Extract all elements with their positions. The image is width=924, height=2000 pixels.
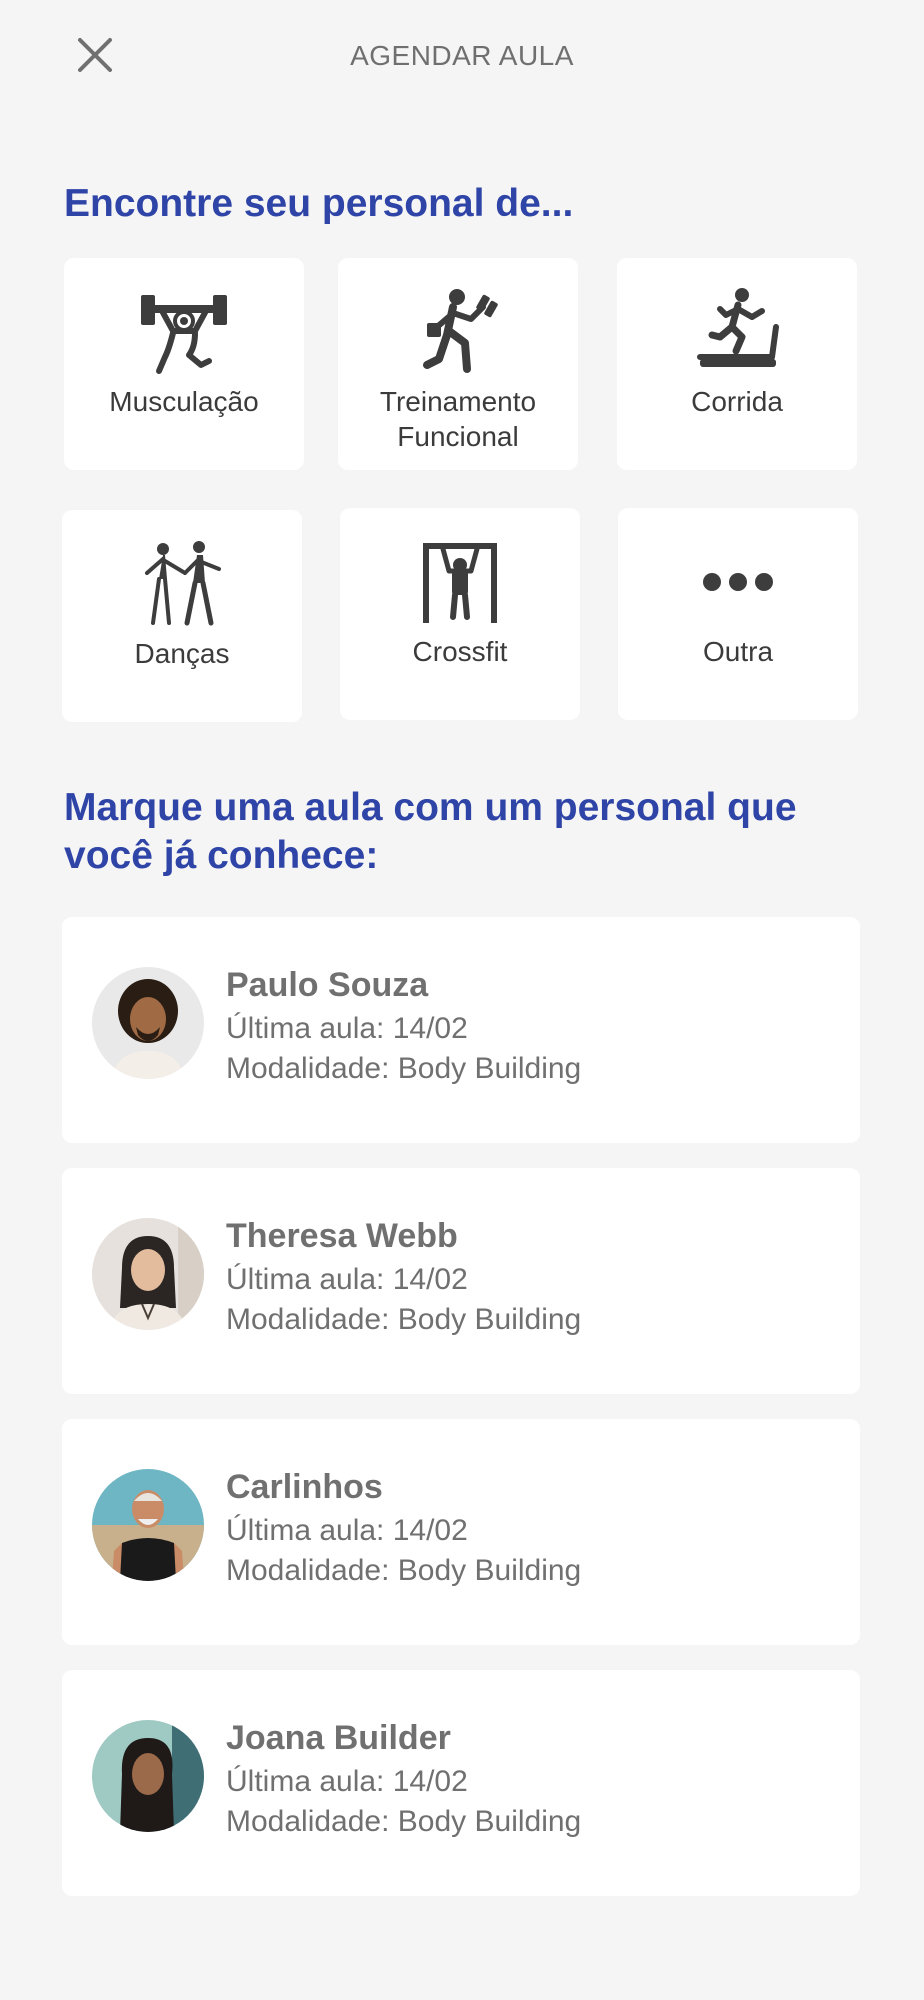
avatar (92, 1720, 204, 1832)
schedule-class-screen: AGENDAR AULA Encontre seu personal de...… (0, 0, 924, 2000)
trainer-modality: Modalidade: Body Building (226, 1303, 582, 1336)
avatar (92, 1469, 204, 1581)
pull-up-bar-icon (405, 532, 515, 632)
category-card-treinamento-funcional[interactable]: Treinamento Funcional (338, 258, 578, 470)
category-card-musculacao[interactable]: Musculação (64, 258, 304, 470)
weightlifting-icon (129, 282, 239, 382)
category-card-crossfit[interactable]: Crossfit (340, 508, 580, 720)
categories-section-title: Encontre seu personal de... (64, 182, 574, 225)
trainer-last-class: Última aula: 14/02 (226, 1012, 468, 1045)
trainer-name: Joana Builder (226, 1719, 451, 1757)
category-card-outra[interactable]: Outra (618, 508, 858, 720)
trainer-last-class: Última aula: 14/02 (226, 1514, 468, 1547)
category-label: Treinamento Funcional (379, 386, 537, 452)
category-card-corrida[interactable]: Corrida (617, 258, 857, 470)
trainer-last-class: Última aula: 14/02 (226, 1765, 468, 1798)
treadmill-icon (682, 282, 792, 382)
avatar (92, 1218, 204, 1330)
category-label: Musculação (109, 386, 259, 417)
dancing-couple-icon (127, 534, 237, 634)
trainer-name: Theresa Webb (226, 1217, 458, 1255)
trainers-section-title: Marque uma aula com um personal que você… (64, 786, 797, 877)
page-title: AGENDAR AULA (350, 40, 574, 71)
trainer-name: Carlinhos (226, 1468, 383, 1506)
category-label: Danças (134, 638, 230, 669)
trainer-card[interactable]: Paulo Souza Última aula: 14/02 Modalidad… (62, 917, 860, 1143)
trainer-modality: Modalidade: Body Building (226, 1554, 582, 1587)
category-card-dancas[interactable]: Danças (62, 510, 302, 722)
trainer-card[interactable]: Joana Builder Última aula: 14/02 Modalid… (62, 1670, 860, 1896)
functional-training-icon (403, 282, 513, 382)
trainer-modality: Modalidade: Body Building (226, 1052, 582, 1085)
trainer-card[interactable]: Carlinhos Última aula: 14/02 Modalidade:… (62, 1419, 860, 1645)
more-dots-icon (683, 532, 793, 632)
category-label: Crossfit (412, 636, 508, 667)
trainer-name: Paulo Souza (226, 966, 429, 1004)
category-label: Corrida (691, 386, 783, 417)
avatar (92, 967, 204, 1079)
category-label: Outra (702, 636, 774, 667)
trainer-modality: Modalidade: Body Building (226, 1805, 582, 1838)
trainer-last-class: Última aula: 14/02 (226, 1263, 468, 1296)
trainer-card[interactable]: Theresa Webb Última aula: 14/02 Modalida… (62, 1168, 860, 1394)
